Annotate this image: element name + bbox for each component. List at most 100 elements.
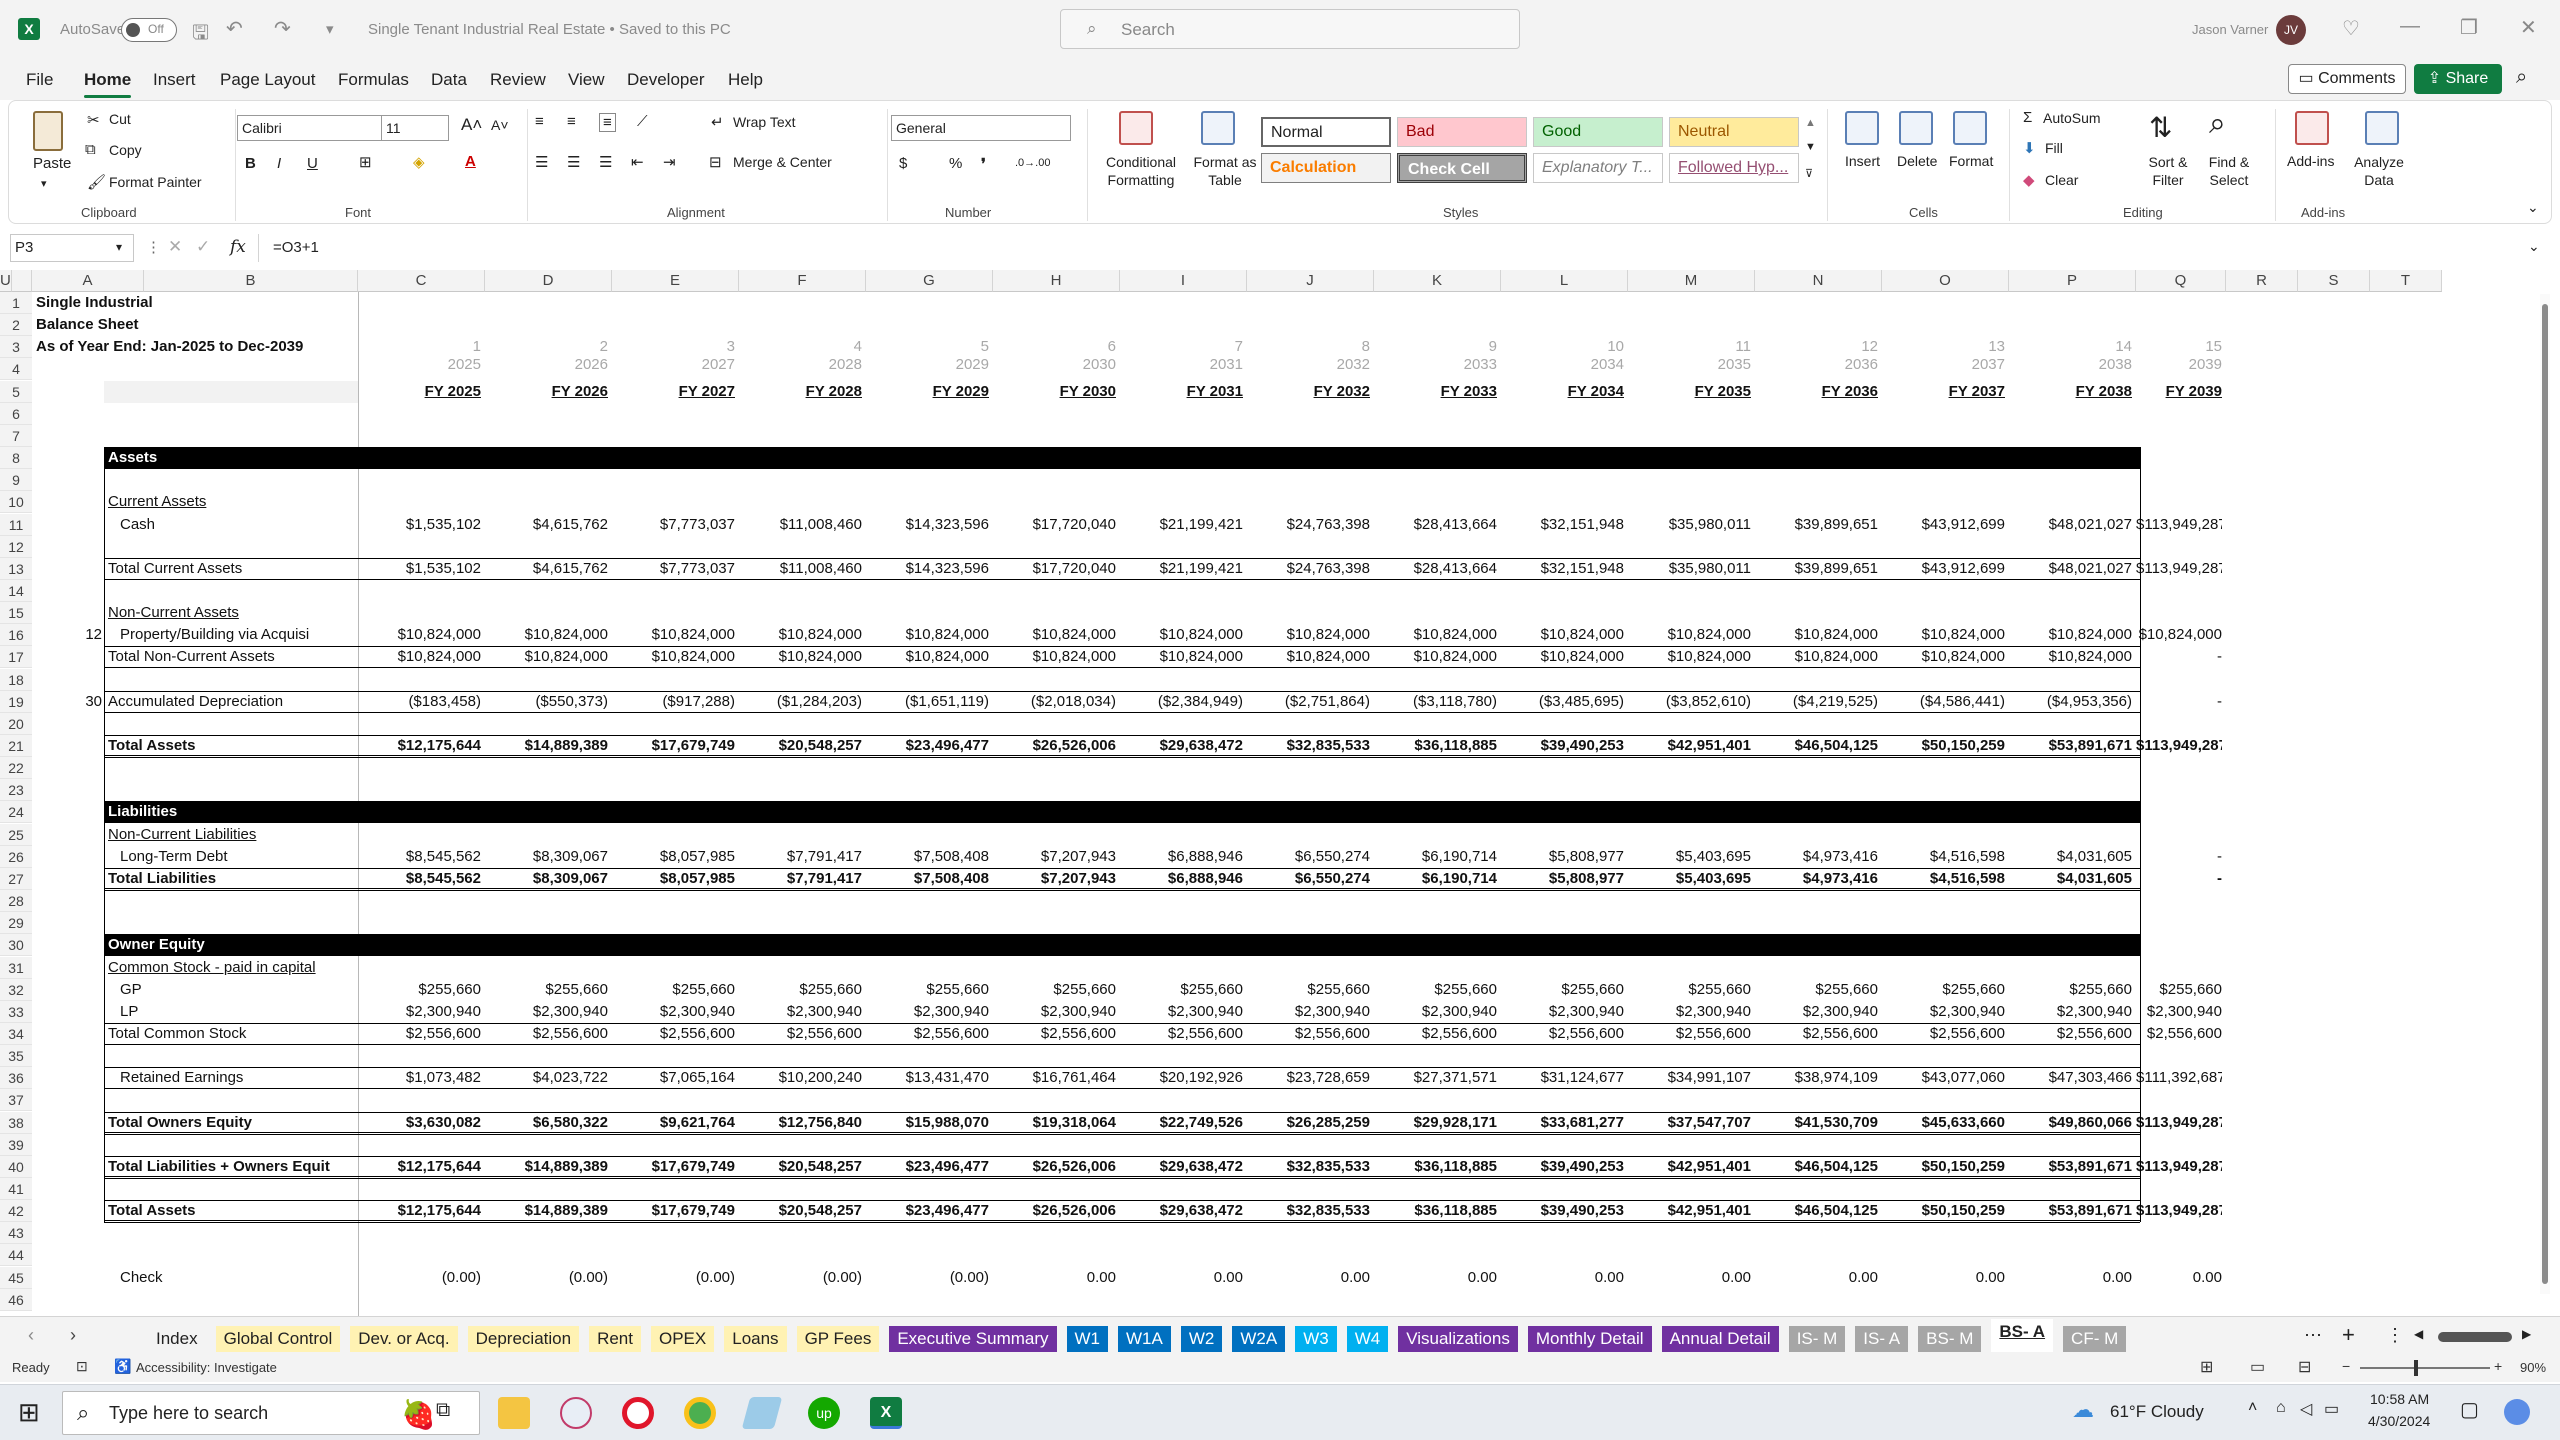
delete-cells-button[interactable]: Delete	[1897, 153, 1937, 169]
orientation-icon[interactable]: ⟋	[637, 113, 648, 130]
copilot-icon[interactable]	[2504, 1399, 2530, 1425]
row-header[interactable]: 14	[0, 579, 32, 602]
increase-decimal-icon[interactable]: .0→.00	[1015, 157, 1050, 169]
insert-cells-button[interactable]: Insert	[1845, 153, 1880, 169]
sheet-tab[interactable]: IS- A	[1855, 1326, 1909, 1352]
row-header[interactable]: 38	[0, 1111, 32, 1134]
tray-chevron-icon[interactable]: ˄	[2248, 1399, 2257, 1417]
row-header[interactable]: 33	[0, 1000, 32, 1023]
lightbulb-icon[interactable]: ♡	[2342, 16, 2360, 41]
snipping-tool-icon[interactable]	[560, 1397, 592, 1429]
style-normal[interactable]: Normal	[1261, 117, 1391, 147]
upwork-icon[interactable]: up	[808, 1397, 840, 1429]
column-header[interactable]: N	[1755, 270, 1882, 292]
sheet-tab[interactable]: Rent	[589, 1326, 641, 1352]
close-icon[interactable]: ✕	[2520, 15, 2537, 40]
insert-cells-icon[interactable]	[1845, 111, 1879, 145]
expand-formula-icon[interactable]: ⌄	[2528, 238, 2540, 255]
row-header[interactable]: 11	[0, 513, 32, 536]
format-painter-icon[interactable]: 🖌	[87, 173, 106, 191]
chrome-icon[interactable]	[684, 1397, 716, 1429]
row-header[interactable]: 27	[0, 867, 32, 890]
autosum-icon[interactable]: Σ	[2023, 109, 2032, 126]
fill-color-icon[interactable]: ◈	[413, 153, 425, 171]
sheet-tab[interactable]: Monthly Detail	[1527, 1326, 1652, 1352]
restore-icon[interactable]: ❐	[2460, 15, 2478, 40]
format-cells-button[interactable]: Format	[1949, 153, 1993, 169]
row-header[interactable]: 43	[0, 1222, 32, 1245]
style-neutral[interactable]: Neutral	[1669, 117, 1799, 147]
zoom-level[interactable]: 90%	[2520, 1360, 2546, 1375]
conditional-formatting-button[interactable]: Conditional Formatting	[1097, 153, 1185, 189]
tab-insert[interactable]: Insert	[153, 70, 196, 90]
column-header[interactable]: J	[1247, 270, 1374, 292]
styles-scroll-down-icon[interactable]: ▼	[1805, 141, 1816, 153]
row-header[interactable]: 7	[0, 424, 32, 447]
increase-font-icon[interactable]: A˄	[461, 115, 482, 135]
column-header[interactable]: M	[1628, 270, 1755, 292]
column-header[interactable]: T	[2370, 270, 2442, 292]
save-icon[interactable]: 🖫	[192, 18, 209, 52]
paste-dropdown-icon[interactable]: ▾	[41, 177, 47, 190]
sheet-tab[interactable]: Index	[148, 1326, 206, 1352]
tab-developer[interactable]: Developer	[627, 70, 705, 90]
clock-time[interactable]: 10:58 AM	[2370, 1391, 2429, 1407]
page-break-view-icon[interactable]: ⊟	[2298, 1357, 2311, 1377]
row-header[interactable]: 32	[0, 978, 32, 1001]
style-check-cell[interactable]: Check Cell	[1397, 153, 1527, 183]
sheet-tab[interactable]: W1	[1066, 1326, 1109, 1352]
file-explorer-icon[interactable]	[498, 1397, 530, 1429]
sheet-tab[interactable]: W1A	[1118, 1326, 1171, 1352]
zoom-in-icon[interactable]: +	[2494, 1358, 2502, 1374]
row-header[interactable]: 39	[0, 1133, 32, 1156]
clear-icon[interactable]: ◆	[2023, 171, 2035, 189]
normal-view-icon[interactable]: ⊞	[2200, 1357, 2213, 1377]
find-select-button[interactable]: Find & Select	[2201, 153, 2257, 189]
row-header[interactable]: 2	[0, 314, 32, 337]
row-header[interactable]: 41	[0, 1178, 32, 1200]
row-header[interactable]: 3	[0, 336, 32, 359]
more-icon[interactable]: ⋮	[146, 238, 161, 256]
column-header[interactable]: R	[2226, 270, 2298, 292]
scroll-tabs-right-icon[interactable]: ›	[70, 1325, 76, 1346]
clock-date[interactable]: 4/30/2024	[2368, 1413, 2430, 1429]
copy-icon[interactable]: ⧉	[85, 141, 96, 158]
cancel-icon[interactable]: ✕	[168, 237, 182, 257]
align-right-icon[interactable]: ☰	[599, 153, 612, 171]
row-header[interactable]: 6	[0, 402, 32, 425]
row-header[interactable]: 10	[0, 491, 32, 514]
row-header[interactable]: 44	[0, 1244, 32, 1267]
sheet-tab[interactable]: BS- A	[1991, 1319, 2054, 1352]
row-header[interactable]: 15	[0, 602, 32, 625]
merge-center-button[interactable]: Merge & Center	[733, 154, 832, 170]
row-header[interactable]: 19	[0, 690, 32, 713]
column-header[interactable]: Q	[2136, 270, 2226, 292]
wrap-text-button[interactable]: Wrap Text	[733, 114, 796, 130]
column-header[interactable]: S	[2298, 270, 2370, 292]
redo-icon[interactable]: ↷	[274, 16, 291, 41]
sheet-tab[interactable]: Depreciation	[467, 1326, 580, 1352]
row-header[interactable]: 30	[0, 934, 32, 957]
row-header[interactable]: 40	[0, 1155, 32, 1178]
styles-scroll-up-icon[interactable]: ▲	[1805, 117, 1816, 129]
enter-icon[interactable]: ✓	[196, 237, 210, 257]
row-header[interactable]: 46	[0, 1288, 32, 1311]
column-header[interactable]: A	[32, 270, 144, 292]
sheet-tab[interactable]: OPEX	[650, 1326, 715, 1352]
sheet-tab[interactable]: Visualizations	[1398, 1326, 1518, 1352]
font-name-select[interactable]: Calibri	[237, 115, 389, 141]
wrap-text-icon[interactable]: ↵	[711, 113, 724, 131]
sheet-tab[interactable]: Executive Summary	[889, 1326, 1057, 1352]
align-bottom-icon[interactable]: ≡	[599, 113, 616, 132]
sheet-tab[interactable]: IS- M	[1788, 1326, 1846, 1352]
hscroll-right-icon[interactable]: ▶	[2522, 1327, 2531, 1341]
row-header[interactable]: 5	[0, 380, 32, 403]
document-title[interactable]: Single Tenant Industrial Real Estate • S…	[368, 21, 731, 38]
accessibility-status[interactable]: Accessibility: Investigate	[136, 1360, 277, 1375]
sheet-tab[interactable]: W3	[1295, 1326, 1337, 1352]
customize-qat-icon[interactable]: ▾	[326, 20, 334, 38]
merge-icon[interactable]: ⊟	[709, 153, 722, 171]
format-as-table-button[interactable]: Format as Table	[1189, 153, 1261, 189]
style-calculation[interactable]: Calculation	[1261, 153, 1391, 183]
search-box[interactable]: ⌕ Search	[1060, 9, 1520, 49]
